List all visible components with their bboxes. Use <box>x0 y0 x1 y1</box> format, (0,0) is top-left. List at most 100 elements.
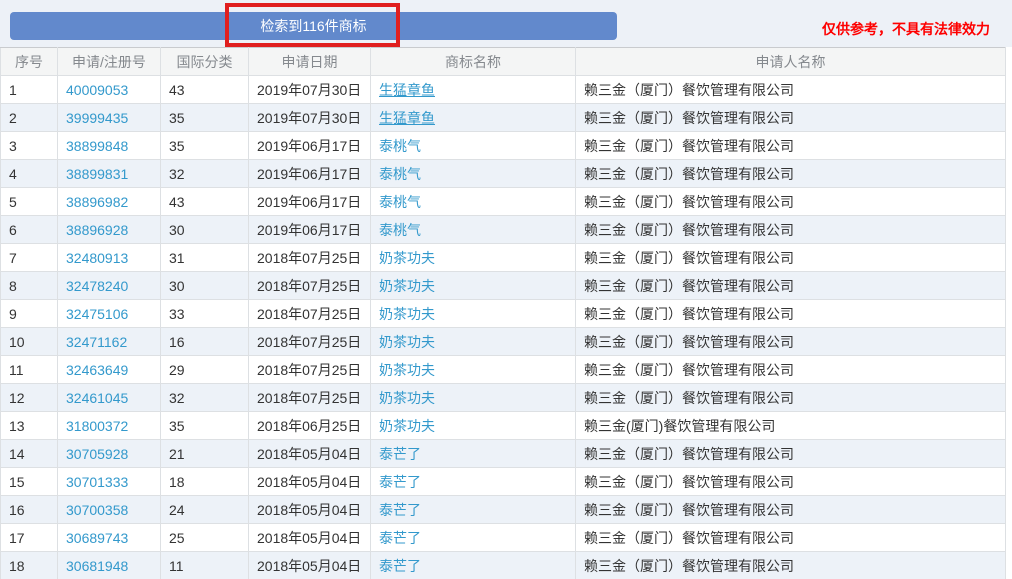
apply-date-cell: 2018年05月04日 <box>248 439 371 468</box>
apply-date-cell: 2018年07月25日 <box>248 243 371 272</box>
apply-date-cell: 2019年06月17日 <box>248 187 371 216</box>
applicant-cell: 赖三金（厦门）餐饮管理有限公司 <box>575 131 1006 160</box>
registration-number-link[interactable]: 32480913 <box>66 250 128 266</box>
apply-date-cell: 2018年07月25日 <box>248 383 371 412</box>
registration-number-link[interactable]: 30689743 <box>66 530 128 546</box>
trademark-name-link[interactable]: 泰芒了 <box>379 502 421 518</box>
registration-number-cell: 31800372 <box>57 411 161 440</box>
trademark-name-link[interactable]: 奶茶功夫 <box>379 278 435 294</box>
table-row: 16 30700358 24 2018年05月04日 泰芒了 赖三金（厦门）餐饮… <box>0 495 1006 524</box>
trademark-name-cell: 泰桃气 <box>370 131 576 160</box>
disclaimer-text: 仅供参考，不具有法律效力 <box>822 21 990 37</box>
registration-number-cell: 38899831 <box>57 159 161 188</box>
apply-date-cell: 2019年06月17日 <box>248 131 371 160</box>
trademark-name-link[interactable]: 泰桃气 <box>379 222 421 238</box>
intl-class-cell: 16 <box>160 327 249 356</box>
serial-cell: 8 <box>0 271 58 300</box>
registration-number-link[interactable]: 30700358 <box>66 502 128 518</box>
applicant-cell: 赖三金（厦门）餐饮管理有限公司 <box>575 103 1006 132</box>
results-table: 序号 申请/注册号 国际分类 申请日期 商标名称 申请人名称 1 4000905… <box>0 47 1006 579</box>
trademark-name-link[interactable]: 生猛章鱼 <box>379 110 435 126</box>
applicant-cell: 赖三金（厦门）餐饮管理有限公司 <box>575 75 1006 104</box>
apply-date-cell: 2018年05月04日 <box>248 495 371 524</box>
registration-number-link[interactable]: 38899848 <box>66 138 128 154</box>
intl-class-cell: 30 <box>160 271 249 300</box>
result-count-banner[interactable]: 检索到116件商标 <box>10 12 617 40</box>
registration-number-link[interactable]: 30681948 <box>66 558 128 574</box>
intl-class-cell: 31 <box>160 243 249 272</box>
registration-number-cell: 30705928 <box>57 439 161 468</box>
registration-number-link[interactable]: 38899831 <box>66 166 128 182</box>
registration-number-link[interactable]: 38896982 <box>66 194 128 210</box>
registration-number-link[interactable]: 40009053 <box>66 82 128 98</box>
registration-number-cell: 30700358 <box>57 495 161 524</box>
trademark-name-link[interactable]: 奶茶功夫 <box>379 334 435 350</box>
apply-date-cell: 2019年07月30日 <box>248 103 371 132</box>
registration-number-link[interactable]: 32461045 <box>66 390 128 406</box>
table-row: 1 40009053 43 2019年07月30日 生猛章鱼 赖三金（厦门）餐饮… <box>0 75 1006 104</box>
registration-number-cell: 32480913 <box>57 243 161 272</box>
trademark-name-link[interactable]: 泰桃气 <box>379 138 421 154</box>
trademark-name-cell: 生猛章鱼 <box>370 103 576 132</box>
trademark-name-link[interactable]: 奶茶功夫 <box>379 362 435 378</box>
registration-number-cell: 38896928 <box>57 215 161 244</box>
serial-cell: 2 <box>0 103 58 132</box>
registration-number-cell: 30681948 <box>57 551 161 579</box>
apply-date-cell: 2018年06月25日 <box>248 411 371 440</box>
serial-cell: 13 <box>0 411 58 440</box>
trademark-name-link[interactable]: 泰桃气 <box>379 166 421 182</box>
trademark-name-cell: 泰芒了 <box>370 467 576 496</box>
registration-number-link[interactable]: 39999435 <box>66 110 128 126</box>
registration-number-link[interactable]: 38896928 <box>66 222 128 238</box>
trademark-name-link[interactable]: 泰桃气 <box>379 194 421 210</box>
table-row: 4 38899831 32 2019年06月17日 泰桃气 赖三金（厦门）餐饮管… <box>0 159 1006 188</box>
trademark-name-cell: 泰芒了 <box>370 439 576 468</box>
trademark-name-link[interactable]: 泰芒了 <box>379 474 421 490</box>
registration-number-link[interactable]: 30705928 <box>66 446 128 462</box>
serial-cell: 14 <box>0 439 58 468</box>
apply-date-cell: 2019年07月30日 <box>248 75 371 104</box>
intl-class-cell: 43 <box>160 75 249 104</box>
registration-number-link[interactable]: 32463649 <box>66 362 128 378</box>
table-row: 17 30689743 25 2018年05月04日 泰芒了 赖三金（厦门）餐饮… <box>0 523 1006 552</box>
intl-class-cell: 32 <box>160 383 249 412</box>
trademark-name-link[interactable]: 泰芒了 <box>379 558 421 574</box>
trademark-name-cell: 奶茶功夫 <box>370 383 576 412</box>
registration-number-cell: 40009053 <box>57 75 161 104</box>
registration-number-cell: 32471162 <box>57 327 161 356</box>
trademark-name-link[interactable]: 泰芒了 <box>379 530 421 546</box>
intl-class-cell: 43 <box>160 187 249 216</box>
registration-number-link[interactable]: 32471162 <box>66 334 127 350</box>
applicant-cell: 赖三金（厦门）餐饮管理有限公司 <box>575 523 1006 552</box>
trademark-name-cell: 泰芒了 <box>370 523 576 552</box>
registration-number-cell: 39999435 <box>57 103 161 132</box>
applicant-cell: 赖三金（厦门）餐饮管理有限公司 <box>575 355 1006 384</box>
apply-date-cell: 2018年07月25日 <box>248 271 371 300</box>
trademark-name-link[interactable]: 奶茶功夫 <box>379 390 435 406</box>
applicant-cell: 赖三金(厦门)餐饮管理有限公司 <box>575 411 1006 440</box>
registration-number-link[interactable]: 31800372 <box>66 418 128 434</box>
applicant-cell: 赖三金（厦门）餐饮管理有限公司 <box>575 327 1006 356</box>
trademark-name-link[interactable]: 泰芒了 <box>379 446 421 462</box>
intl-class-cell: 33 <box>160 299 249 328</box>
trademark-name-link[interactable]: 奶茶功夫 <box>379 418 435 434</box>
trademark-name-cell: 奶茶功夫 <box>370 243 576 272</box>
serial-cell: 17 <box>0 523 58 552</box>
intl-class-cell: 25 <box>160 523 249 552</box>
registration-number-link[interactable]: 30701333 <box>66 474 128 490</box>
applicant-cell: 赖三金（厦门）餐饮管理有限公司 <box>575 215 1006 244</box>
table-row: 8 32478240 30 2018年07月25日 奶茶功夫 赖三金（厦门）餐饮… <box>0 271 1006 300</box>
trademark-name-link[interactable]: 奶茶功夫 <box>379 250 435 266</box>
registration-number-link[interactable]: 32478240 <box>66 278 128 294</box>
trademark-name-link[interactable]: 奶茶功夫 <box>379 306 435 322</box>
serial-cell: 6 <box>0 215 58 244</box>
intl-class-cell: 11 <box>160 551 249 579</box>
registration-number-link[interactable]: 32475106 <box>66 306 128 322</box>
applicant-cell: 赖三金（厦门）餐饮管理有限公司 <box>575 187 1006 216</box>
table-row: 13 31800372 35 2018年06月25日 奶茶功夫 赖三金(厦门)餐… <box>0 411 1006 440</box>
applicant-cell: 赖三金（厦门）餐饮管理有限公司 <box>575 243 1006 272</box>
apply-date-cell: 2018年07月25日 <box>248 299 371 328</box>
serial-cell: 15 <box>0 467 58 496</box>
apply-date-cell: 2018年07月25日 <box>248 327 371 356</box>
trademark-name-link[interactable]: 生猛章鱼 <box>379 82 435 98</box>
